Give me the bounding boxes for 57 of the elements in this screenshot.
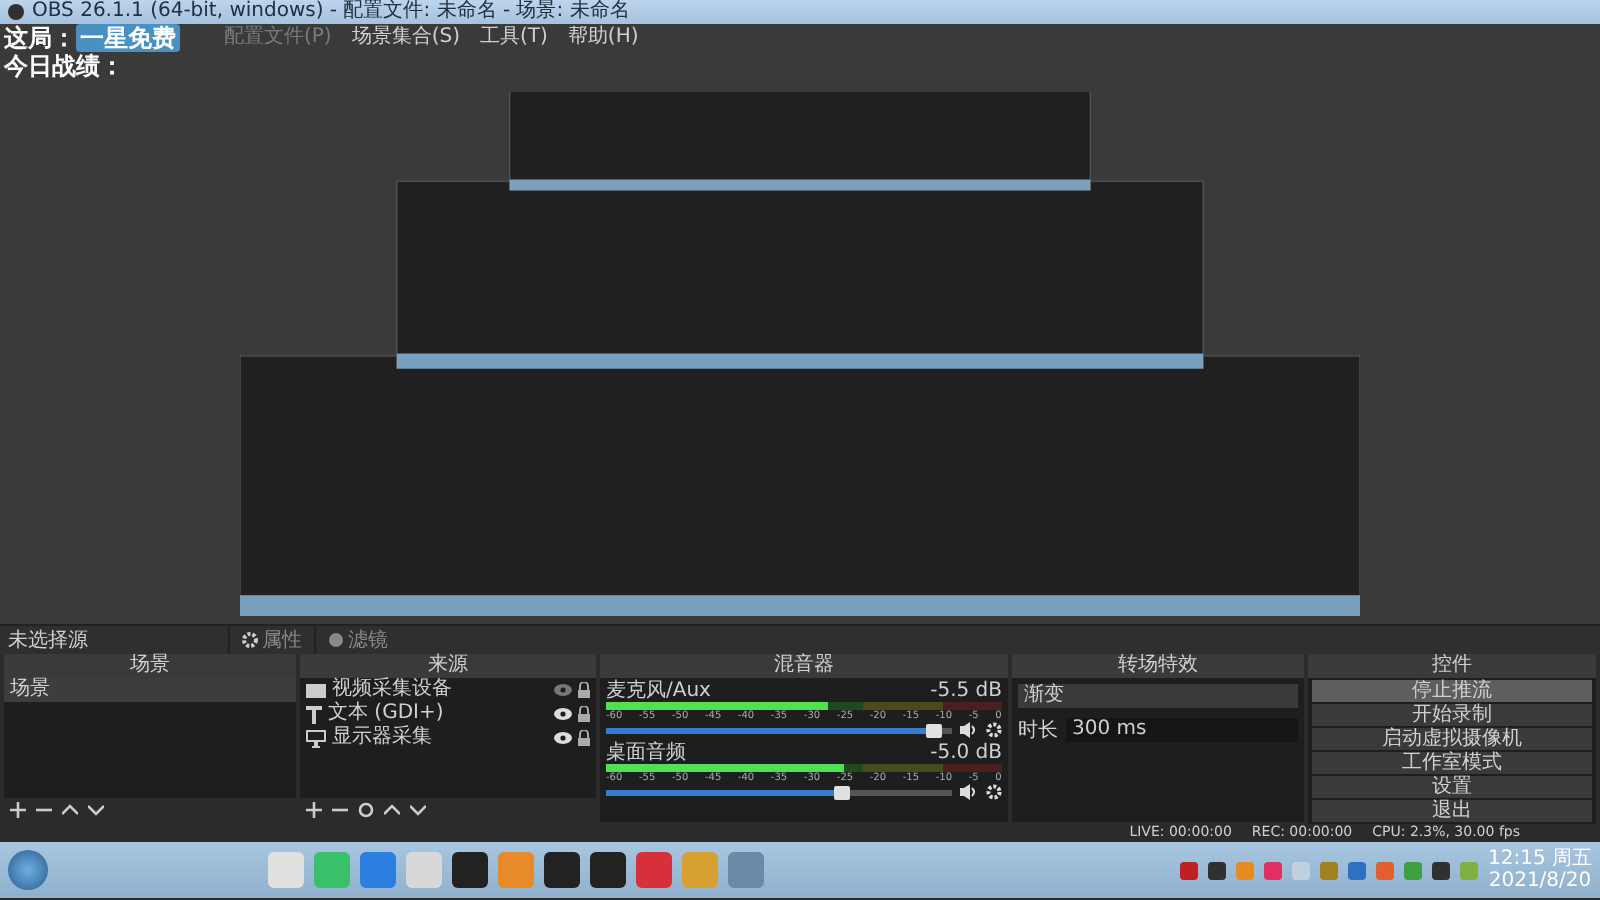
control-button[interactable]: 开始录制 <box>1312 704 1592 726</box>
scene-item[interactable]: 场景 <box>4 678 296 702</box>
channel-name: 桌面音频 <box>606 742 686 764</box>
dock-title: 来源 <box>300 654 596 678</box>
add-icon[interactable] <box>10 802 26 818</box>
speaker-icon[interactable] <box>960 722 978 738</box>
overlay-value: 一星免费 <box>76 24 180 52</box>
overlay-label: 这局： <box>4 24 76 52</box>
control-button[interactable]: 启动虚拟摄像机 <box>1312 728 1592 750</box>
move-up-icon[interactable] <box>62 802 78 818</box>
control-button[interactable]: 停止推流 <box>1312 680 1592 702</box>
app-icon[interactable] <box>544 852 580 888</box>
settings-icon[interactable] <box>986 784 1002 800</box>
app-icon[interactable] <box>452 852 488 888</box>
volume-slider[interactable] <box>606 727 952 733</box>
dock-title: 场景 <box>4 654 296 678</box>
gear-icon <box>242 632 258 648</box>
transition-select[interactable]: 渐变 <box>1018 684 1298 708</box>
move-down-icon[interactable] <box>88 802 104 818</box>
lock-icon[interactable] <box>578 682 590 698</box>
source-item[interactable]: 文本 (GDI+) <box>328 702 548 726</box>
text-icon <box>306 705 322 723</box>
start-button[interactable] <box>8 850 48 890</box>
duration-field[interactable]: 300 ms <box>1066 718 1298 742</box>
eye-icon[interactable] <box>554 708 572 720</box>
control-button[interactable]: 工作室模式 <box>1312 752 1592 774</box>
channel-reading: -5.0 dB <box>930 742 1002 764</box>
control-button[interactable]: 设置 <box>1312 776 1592 798</box>
monitor-icon <box>306 729 326 747</box>
app-icon[interactable] <box>590 852 626 888</box>
lock-icon[interactable] <box>578 706 590 722</box>
move-up-icon[interactable] <box>384 802 400 818</box>
dock-title: 混音器 <box>600 654 1008 678</box>
add-icon[interactable] <box>306 802 322 818</box>
menu-item[interactable]: 场景集合(S) <box>351 24 460 52</box>
channel-reading: -5.5 dB <box>930 680 1002 702</box>
move-down-icon[interactable] <box>410 802 426 818</box>
dock-title: 转场特效 <box>1012 654 1304 678</box>
source-item[interactable]: 显示器采集 <box>332 726 548 750</box>
duration-label: 时长 <box>1018 717 1058 744</box>
speaker-icon[interactable] <box>960 784 978 800</box>
app-icon <box>8 4 24 20</box>
dock-title: 控件 <box>1308 654 1596 678</box>
settings-icon[interactable] <box>358 802 374 818</box>
clock-date: 2021/8/20 <box>1488 870 1592 892</box>
volume-slider[interactable] <box>606 789 952 795</box>
clock-time: 12:15 周五 <box>1488 848 1592 870</box>
source-item[interactable]: 视频采集设备 <box>332 678 548 702</box>
menu-item[interactable]: 帮助(H) <box>567 24 639 52</box>
menu-item[interactable]: 工具(T) <box>480 24 548 52</box>
overlay-text: 今日战绩： <box>4 52 126 80</box>
settings-icon[interactable] <box>986 722 1002 738</box>
control-button[interactable]: 退出 <box>1312 800 1592 822</box>
lock-icon[interactable] <box>578 730 590 746</box>
eye-icon[interactable] <box>554 732 572 744</box>
channel-name: 麦克风/Aux <box>606 680 711 702</box>
no-source-label: 未选择源 <box>6 627 90 654</box>
